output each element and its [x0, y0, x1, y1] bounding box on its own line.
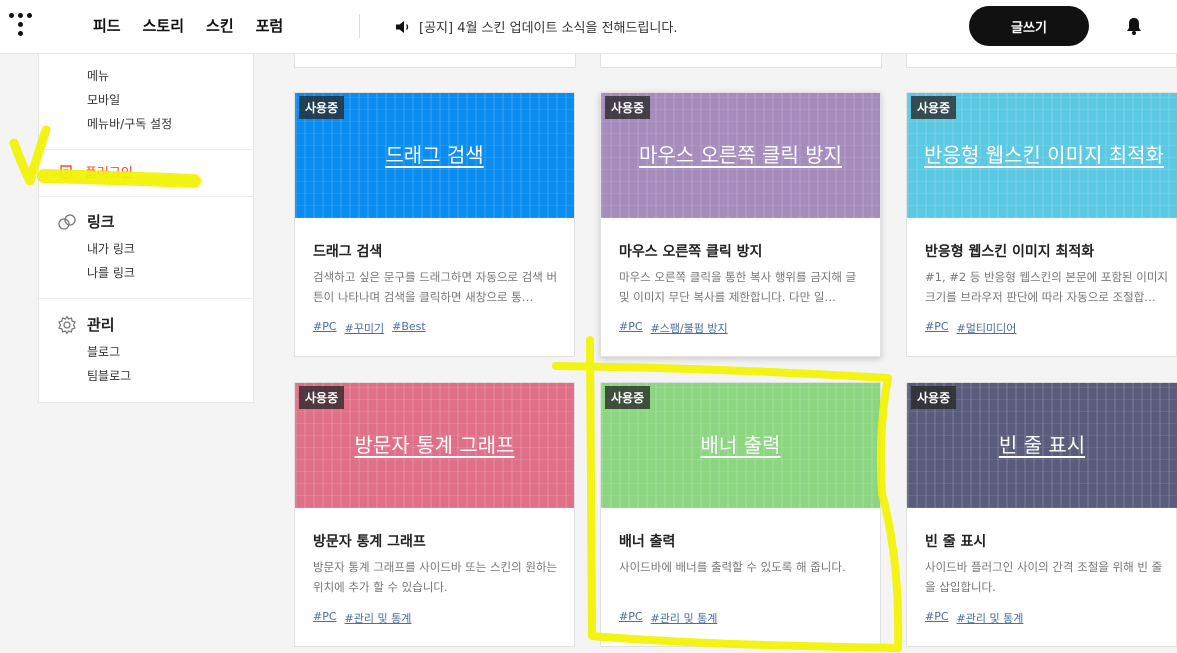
plugin-title: 반응형 웹스킨 이미지 최적화 [925, 244, 1095, 260]
sidebar-item-mobile[interactable]: 모바일 [87, 91, 120, 108]
tag-list: #PC #관리 및 통계 [925, 610, 1023, 626]
plugin-card[interactable]: 사용중 방문자 통계 그래프 방문자 통계 그래프 방문자 통계 그래프를 사이… [294, 382, 575, 647]
top-bar: 피드 스토리 스킨 포럼 [공지] 4월 스킨 업데이트 소식을 전해드립니다.… [0, 0, 1177, 54]
sidebar-divider [39, 149, 253, 150]
plugin-description: 방문자 통계 그래프를 사이드바 또는 스킨의 원하는 위치에 추가 할 수 있… [313, 560, 558, 594]
sidebar-item-links-to-me[interactable]: 나를 링크 [87, 264, 135, 281]
write-button[interactable]: 글쓰기 [969, 6, 1089, 46]
sidebar-item-blog[interactable]: 블로그 [87, 343, 120, 360]
nav-item-skin[interactable]: 스킨 [206, 15, 234, 36]
tag-link[interactable]: #Best [392, 320, 426, 336]
sidebar-divider [39, 196, 253, 197]
tag-list: #PC #스팸/불펌 방지 [619, 320, 728, 336]
thumbnail-title: 마우스 오른쪽 클릭 방지 [638, 143, 843, 167]
thumbnail-title: 배너 출력 [700, 433, 781, 457]
in-use-badge: 사용중 [911, 96, 957, 119]
sidebar-item-plugin[interactable]: 플러그인 [57, 162, 133, 181]
plugin-card[interactable]: 사용중 배너 출력 배너 출력 사이드바에 배너를 출력할 수 있도록 해 줍니… [600, 382, 881, 647]
tag-link[interactable]: #멀티미디어 [957, 320, 1017, 336]
card-partial [906, 54, 1177, 68]
plugin-thumbnail: 사용중 빈 줄 표시 [907, 383, 1177, 508]
card-partial [600, 54, 882, 68]
nav-divider [359, 14, 360, 38]
tag-link[interactable]: #PC [313, 320, 337, 336]
sidebar-item-menubar[interactable]: 메뉴바/구독 설정 [87, 115, 172, 132]
tag-link[interactable]: #꾸미기 [345, 320, 385, 336]
main-nav: 피드 스토리 스킨 포럼 [93, 15, 283, 36]
plugin-title: 드래그 검색 [313, 244, 383, 260]
thumbnail-title: 빈 줄 표시 [998, 433, 1086, 457]
tag-link[interactable]: #관리 및 통계 [651, 610, 718, 626]
plugin-thumbnail: 사용중 마우스 오른쪽 클릭 방지 [601, 93, 880, 218]
plugin-card[interactable]: 사용중 마우스 오른쪽 클릭 방지 마우스 오른쪽 클릭 방지 마우스 오른쪽 … [600, 92, 881, 357]
plugin-thumbnail: 사용중 드래그 검색 [295, 93, 574, 218]
thumbnail-title: 드래그 검색 [385, 143, 484, 167]
sidebar-group-label: 링크 [87, 213, 115, 231]
nav-item-forum[interactable]: 포럼 [256, 15, 284, 36]
notice-text: [공지] 4월 스킨 업데이트 소식을 전해드립니다. [419, 21, 678, 36]
link-icon [58, 213, 76, 230]
bell-icon[interactable] [1125, 16, 1143, 36]
plugin-description: 검색하고 싶은 문구를 드래그하면 자동으로 검색 버튼이 나타나며 검색을 클… [313, 270, 558, 304]
in-use-badge: 사용중 [605, 96, 651, 119]
plugin-thumbnail: 사용중 반응형 웹스킨 이미지 최적화 [907, 93, 1177, 218]
sidebar-item-menu[interactable]: 메뉴 [87, 67, 109, 84]
notice-banner[interactable]: [공지] 4월 스킨 업데이트 소식을 전해드립니다. [395, 17, 678, 36]
sidebar-group-link: 링크 [57, 211, 115, 232]
plugin-icon [60, 164, 72, 179]
plugin-description: #1, #2 등 반응형 웹스킨의 본문에 포함된 이미지 크기를 브라우저 판… [925, 270, 1169, 304]
nav-item-story[interactable]: 스토리 [143, 15, 184, 36]
in-use-badge: 사용중 [605, 386, 651, 409]
plugin-card[interactable]: 사용중 드래그 검색 드래그 검색 검색하고 싶은 문구를 드래그하면 자동으로… [294, 92, 575, 357]
sidebar-group-label: 관리 [87, 316, 115, 334]
sidebar-group-manage: 관리 [57, 314, 115, 335]
tag-list: #PC #관리 및 통계 [313, 610, 411, 626]
settings-sidebar: 메뉴 모바일 메뉴바/구독 설정 플러그인 링크 내가 링크 나를 링크 관리 … [38, 54, 254, 403]
sidebar-item-my-links[interactable]: 내가 링크 [87, 240, 135, 257]
logo-icon[interactable] [9, 12, 33, 38]
tag-link[interactable]: #PC [619, 610, 643, 626]
tag-link[interactable]: #PC [313, 610, 337, 626]
tag-list: #PC #멀티미디어 [925, 320, 1016, 336]
plugin-title: 빈 줄 표시 [925, 534, 987, 550]
plugin-thumbnail: 사용중 배너 출력 [601, 383, 880, 508]
nav-item-feed[interactable]: 피드 [93, 15, 121, 36]
tag-link[interactable]: #스팸/불펌 방지 [651, 320, 728, 336]
plugin-description: 마우스 오른쪽 클릭을 통한 복사 행위를 금지해 글 및 이미지 무단 복사를… [619, 270, 857, 304]
plugin-description: 사이드바 플러그인 사이의 간격 조절을 위해 빈 줄을 삽입합니다. [925, 560, 1163, 594]
plugin-card[interactable]: 사용중 반응형 웹스킨 이미지 최적화 반응형 웹스킨 이미지 최적화 #1, … [906, 92, 1177, 357]
tag-list: #PC #꾸미기 #Best [313, 320, 426, 336]
tag-list: #PC #관리 및 통계 [619, 610, 717, 626]
plugin-title: 방문자 통계 그래프 [313, 534, 426, 550]
tag-link[interactable]: #PC [925, 320, 949, 336]
gear-icon [58, 314, 76, 335]
plugin-thumbnail: 사용중 방문자 통계 그래프 [295, 383, 574, 508]
plugin-title: 마우스 오른쪽 클릭 방지 [619, 244, 763, 260]
plugin-description: 사이드바에 배너를 출력할 수 있도록 해 줍니다. [619, 560, 846, 574]
sidebar-divider [39, 298, 253, 299]
plugin-card[interactable]: 사용중 빈 줄 표시 빈 줄 표시 사이드바 플러그인 사이의 간격 조절을 위… [906, 382, 1177, 647]
tag-link[interactable]: #관리 및 통계 [345, 610, 412, 626]
sidebar-item-team-blog[interactable]: 팀블로그 [87, 367, 131, 384]
sidebar-plugin-label: 플러그인 [85, 166, 133, 181]
tag-link[interactable]: #PC [619, 320, 643, 336]
in-use-badge: 사용중 [299, 96, 345, 119]
card-partial [294, 54, 576, 68]
in-use-badge: 사용중 [299, 386, 345, 409]
in-use-badge: 사용중 [911, 386, 957, 409]
tag-link[interactable]: #관리 및 통계 [957, 610, 1024, 626]
speaker-icon [396, 20, 409, 33]
tag-link[interactable]: #PC [925, 610, 949, 626]
thumbnail-title: 방문자 통계 그래프 [354, 433, 515, 457]
thumbnail-title: 반응형 웹스킨 이미지 최적화 [924, 143, 1164, 167]
plugin-title: 배너 출력 [619, 534, 676, 550]
